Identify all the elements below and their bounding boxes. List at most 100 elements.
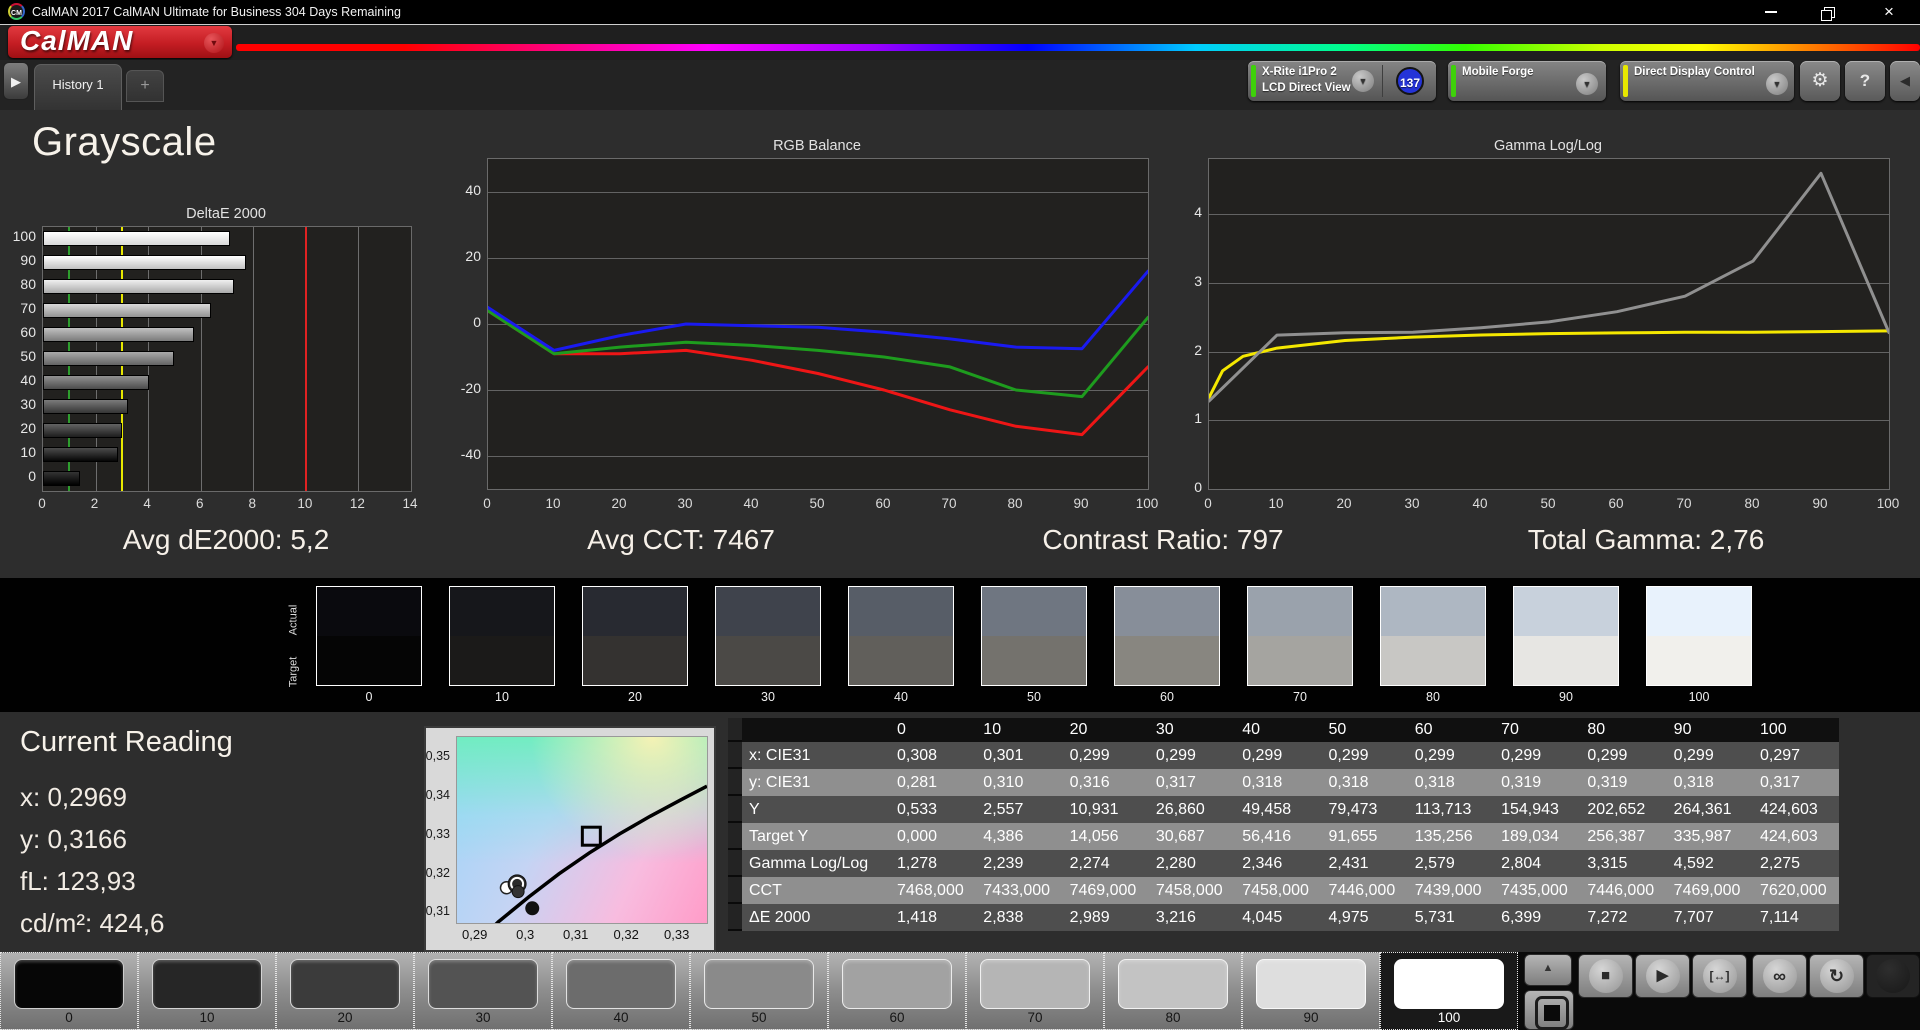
pattern-button-90[interactable]: 90: [1242, 952, 1380, 1030]
collapse-pattern-bar-button[interactable]: ▲: [1524, 954, 1572, 986]
collapse-toolbar-button[interactable]: ◀: [1890, 61, 1920, 101]
table-cell: 2,346: [1235, 850, 1322, 877]
table-cell: 0,318: [1407, 769, 1495, 796]
tab-scroll-button[interactable]: ▶: [3, 62, 29, 100]
pattern-swatch: [1118, 959, 1228, 1009]
help-button[interactable]: ?: [1845, 61, 1885, 101]
swatch-actual: [583, 587, 687, 636]
table-cell: 2,989: [1062, 904, 1149, 931]
pattern-button-100[interactable]: 100: [1380, 952, 1518, 1030]
table-cell: 7,114: [1752, 904, 1840, 931]
xtick-label: 40: [743, 496, 759, 511]
table-cell: 2,838: [976, 904, 1063, 931]
current-reading-x: x: 0,2969: [20, 782, 127, 812]
display-control-dropdown[interactable]: Direct Display Control ▼: [1620, 61, 1794, 101]
stop-icon: ■: [1588, 959, 1623, 993]
display-control-dropdown-icon[interactable]: ▼: [1766, 73, 1788, 95]
pattern-button-60[interactable]: 60: [828, 952, 966, 1030]
stop-button[interactable]: ■: [1578, 954, 1633, 998]
loop-button[interactable]: ↻: [1809, 954, 1864, 998]
table-cell: 113,713: [1407, 796, 1495, 823]
table-row-label: CCT: [742, 877, 890, 904]
pattern-label: 70: [1027, 1010, 1043, 1025]
table-column-header: 60: [1407, 718, 1495, 742]
pattern-swatch: [152, 959, 262, 1009]
swatch-strip: Actual Target 0 10 20 30 40 50 60 70 80 90 100: [0, 578, 1920, 712]
pattern-button-10[interactable]: 10: [138, 952, 276, 1030]
table-cell: 4,386: [976, 823, 1063, 850]
pattern-button-30[interactable]: 30: [414, 952, 552, 1030]
tab-history-1[interactable]: History 1: [34, 64, 122, 110]
close-button[interactable]: ×: [1866, 0, 1912, 23]
deltae-chart-title: DeltaE 2000: [186, 206, 266, 222]
deltae-xtick-label: 6: [195, 496, 204, 511]
maximize-button[interactable]: [1806, 0, 1852, 23]
deltae-xtick-label: 0: [38, 496, 46, 511]
bottom-panel: Current Reading x: 0,2969 y: 0,3166 fL: …: [0, 712, 1920, 952]
meter-mode: LCD Direct View: [1262, 82, 1351, 94]
ytick-label: -40: [460, 446, 481, 462]
swatch-label: 90: [1559, 690, 1573, 704]
table-row-handle[interactable]: [728, 877, 742, 904]
xtick-label: 90: [1073, 496, 1089, 511]
ytick-label: 0: [473, 314, 481, 330]
source-dropdown-icon[interactable]: ▼: [1576, 73, 1598, 95]
gamma-chart-title: Gamma Log/Log: [1493, 138, 1603, 154]
table-cell: 2,557: [976, 796, 1063, 823]
table-cell: 1,278: [890, 850, 977, 877]
title-bar: CM CalMAN 2017 CalMAN Ultimate for Busin…: [0, 0, 1920, 25]
minimize-button[interactable]: [1748, 0, 1794, 23]
meter-dropdown-icon[interactable]: ▼: [1352, 70, 1374, 92]
deltae-ytick-label: 0: [28, 468, 36, 484]
table-cell: 49,458: [1235, 796, 1322, 823]
source-name: Mobile Forge: [1462, 66, 1534, 78]
meter-dropdown[interactable]: X-Rite i1Pro 2 LCD Direct View ▼ 137: [1248, 61, 1436, 101]
window-pattern-button[interactable]: [1524, 990, 1574, 1030]
pattern-swatch: [980, 959, 1090, 1009]
table-row-handle[interactable]: [728, 823, 742, 850]
inactive-button: [1866, 954, 1920, 998]
table-row-handle[interactable]: [728, 742, 742, 769]
xtick-label: 60: [1608, 496, 1624, 511]
logo-dropdown-icon[interactable]: ▼: [204, 33, 224, 53]
table-cell: 79,473: [1321, 796, 1408, 823]
pattern-button-50[interactable]: 50: [690, 952, 828, 1030]
pattern-button-40[interactable]: 40: [552, 952, 690, 1030]
table-row-handle[interactable]: [728, 850, 742, 877]
table-cell: 335,987: [1666, 823, 1753, 850]
pattern-button-70[interactable]: 70: [966, 952, 1104, 1030]
swatch-actual: [450, 587, 554, 636]
table-cell: 0,318: [1321, 769, 1408, 796]
table-row-label: y: CIE31: [742, 769, 890, 796]
cie-ytick-label: 0,31: [425, 904, 450, 919]
rgb-plot-lines: [488, 269, 1148, 437]
table-row-handle[interactable]: [728, 796, 742, 823]
pattern-button-80[interactable]: 80: [1104, 952, 1242, 1030]
table-cell: 0,310: [976, 769, 1063, 796]
settings-button[interactable]: ⚙: [1800, 61, 1840, 101]
table-cell: 0,316: [1062, 769, 1149, 796]
add-tab-button[interactable]: +: [126, 70, 164, 102]
main-panel: Grayscale DeltaE 2000 100 90 80 70 60 50 40 30 2…: [0, 110, 1920, 578]
grayscale-swatch: [1513, 586, 1619, 686]
table-row-handle[interactable]: [728, 769, 742, 796]
source-dropdown[interactable]: Mobile Forge ▼: [1448, 61, 1606, 101]
play-button[interactable]: ▶: [1635, 954, 1690, 998]
ytick-label: -20: [460, 380, 481, 396]
swatch-label: 30: [761, 690, 775, 704]
gear-icon: ⚙: [1811, 70, 1829, 91]
pattern-button-0[interactable]: 0: [0, 952, 138, 1030]
display-control-name: Direct Display Control: [1634, 66, 1755, 78]
table-cell: 7435,000: [1494, 877, 1581, 904]
table-cell: 0,299: [1235, 742, 1322, 769]
table-row-handle[interactable]: [728, 904, 742, 931]
continuous-measure-button[interactable]: ∞: [1752, 954, 1807, 998]
pattern-swatch: [842, 959, 952, 1009]
table-column-header: 70: [1494, 718, 1581, 742]
deltae-ytick-label: 30: [20, 396, 36, 412]
pattern-button-20[interactable]: 20: [276, 952, 414, 1030]
calman-logo-button[interactable]: CalMAN ▼: [8, 25, 232, 58]
gamma-plot-lines: [1209, 171, 1889, 403]
play-icon: ▶: [1645, 959, 1680, 993]
single-measure-button[interactable]: [↔]: [1692, 954, 1747, 998]
